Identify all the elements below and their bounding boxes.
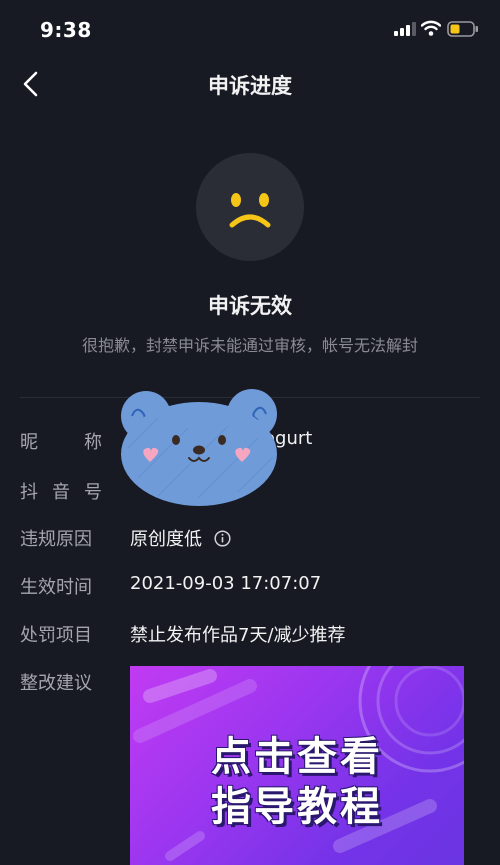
effective-time-label: 生效时间 (20, 577, 92, 598)
douyin-id-label-char: 号 (84, 482, 102, 503)
douyin-id-label-char: 抖 (20, 482, 38, 503)
status-time: 9:38 (40, 18, 92, 42)
violation-reason-label: 违规原因 (20, 529, 92, 550)
sad-face-icon (196, 153, 304, 261)
status-bar: 9:38 (0, 0, 500, 60)
penalty-label: 处罚项目 (20, 625, 92, 646)
nav-bar: 申诉进度 (0, 60, 500, 106)
douyin-id-label: 抖 音 号 (20, 478, 102, 504)
nickname-label: 昵 称 (20, 428, 102, 454)
violation-reason-text: 原创度低 (130, 529, 202, 550)
battery-icon (447, 21, 478, 37)
violation-reason-value: 原创度低 (130, 525, 231, 551)
guide-banner[interactable]: 点击查看 指导教程 (130, 666, 464, 865)
penalty-value: 禁止发布作品7天/减少推荐 (130, 625, 346, 646)
result-title: 申诉无效 (208, 294, 292, 318)
result-description: 很抱歉，封禁申诉未能通过审核，帐号无法解封 (81, 336, 418, 355)
guide-banner-line2: 指导教程 (211, 784, 383, 830)
nickname-label-char: 昵 (20, 432, 38, 453)
bear-sticker (121, 389, 277, 506)
effective-time-value: 2021-09-03 17:07:07 (130, 573, 322, 594)
wifi-icon (421, 20, 441, 36)
page-title: 申诉进度 (208, 74, 292, 98)
nickname-label-char: 称 (84, 432, 102, 453)
suggestion-label: 整改建议 (20, 673, 92, 694)
signal-icon (394, 22, 416, 36)
douyin-id-label-char: 音 (52, 482, 70, 503)
info-icon[interactable] (214, 530, 231, 547)
